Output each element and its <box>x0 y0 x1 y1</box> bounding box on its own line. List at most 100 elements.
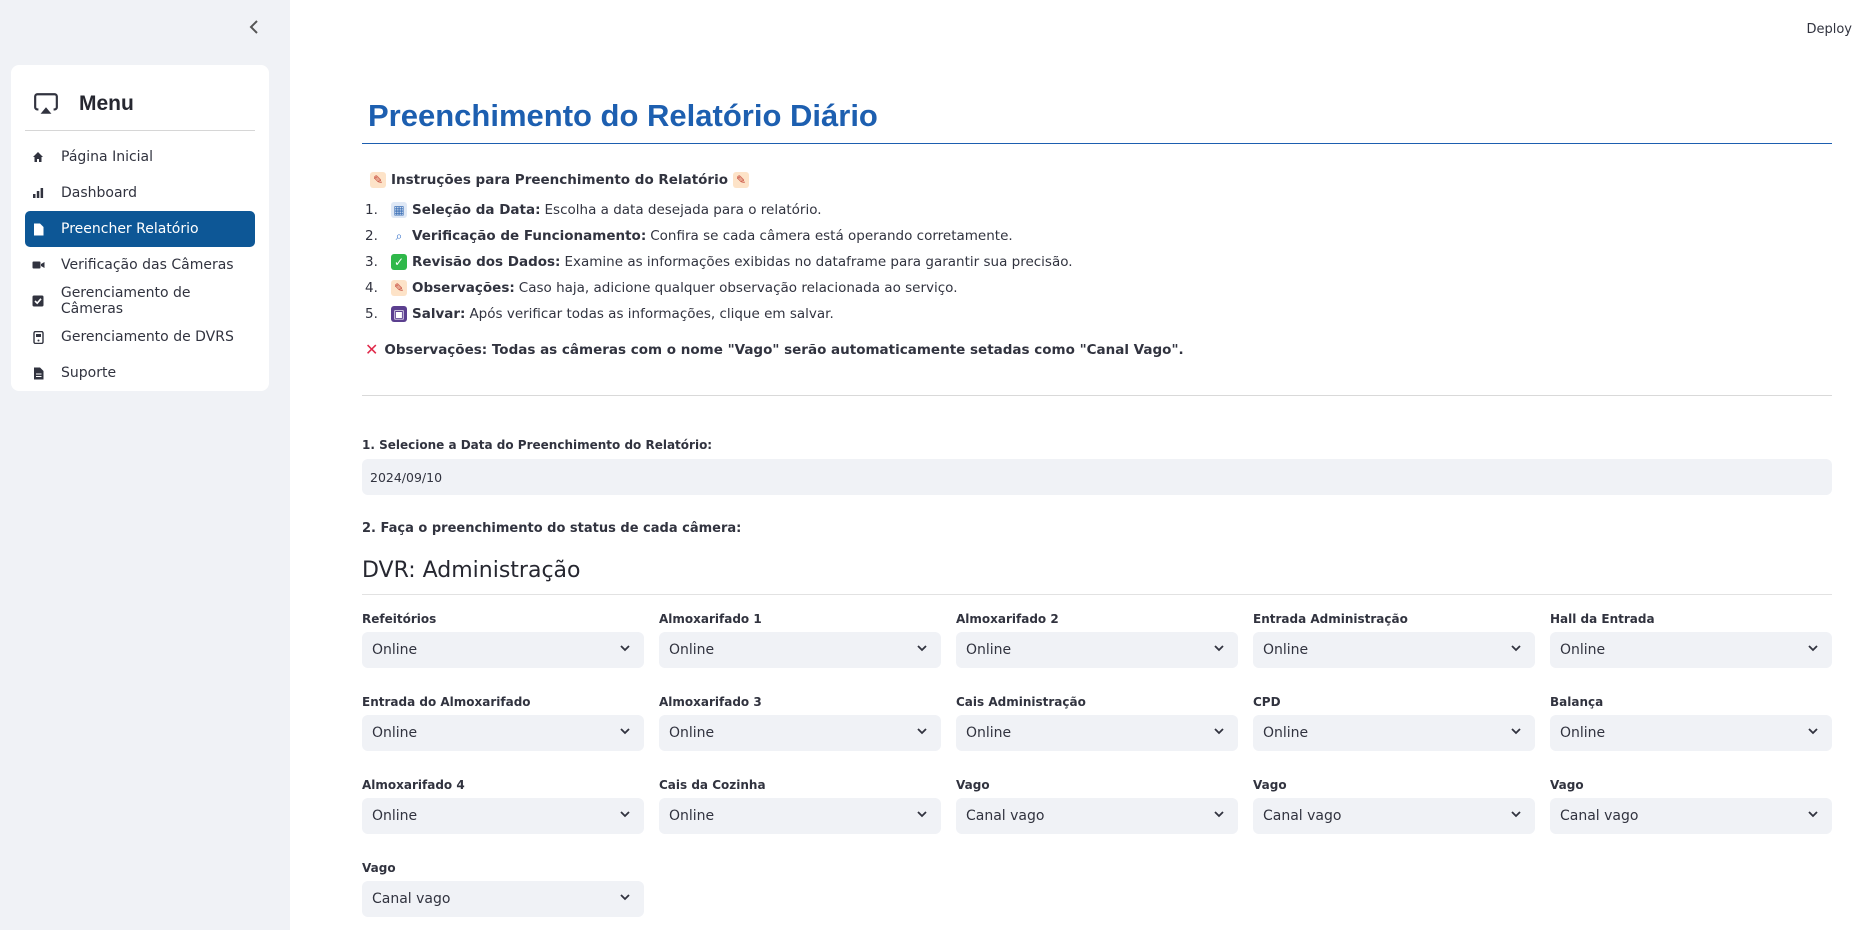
chevron-down-icon <box>915 641 929 659</box>
camera-status-field: Almoxarifado 2 Online <box>956 612 1238 668</box>
camera-status-field: Refeitórios Online <box>362 612 644 668</box>
camera-status-field: Vago Canal vago <box>362 861 644 917</box>
page-title: Preenchimento do Relatório Diário <box>368 98 878 133</box>
camera-status-value: Online <box>966 725 1012 741</box>
sidebar-item-label: Página Inicial <box>61 149 154 165</box>
sidebar: Menu Página Inicial Dashboard Preencher Re… <box>0 0 290 930</box>
camera-status-select[interactable]: Online <box>362 632 644 668</box>
step-text: Caso haja, adicione qualquer observação … <box>518 280 958 296</box>
memo-icon: ✎ <box>391 280 407 296</box>
camera-status-field: Almoxarifado 1 Online <box>659 612 941 668</box>
instruction-step: 1. ▦ Seleção da Data: Escolha a data deseja… <box>365 197 1073 223</box>
checkbox-icon <box>31 294 45 308</box>
camera-status-field: Vago Canal vago <box>956 778 1238 834</box>
chevron-down-icon <box>1806 807 1820 825</box>
step-text: Escolha a data desejada para o relatório… <box>544 202 822 218</box>
camera-label: Almoxarifado 3 <box>659 695 762 709</box>
camera-status-select[interactable]: Online <box>956 715 1238 751</box>
chevron-down-icon <box>1212 724 1226 742</box>
camera-status-value: Online <box>372 808 418 824</box>
step-title: Verificação de Funcionamento: <box>412 228 647 244</box>
step-number: 2. <box>365 228 378 244</box>
divider <box>362 395 1832 396</box>
camera-status-value: Online <box>669 725 715 741</box>
collapse-sidebar-button[interactable] <box>243 16 265 38</box>
camera-label: Almoxarifado 4 <box>362 778 465 792</box>
instructions-steps: 1. ▦ Seleção da Data: Escolha a data deseja… <box>365 197 1073 327</box>
chevron-down-icon <box>1509 724 1523 742</box>
camera-status-value: Online <box>669 808 715 824</box>
camera-status-field: Almoxarifado 3 Online <box>659 695 941 751</box>
camera-label: Refeitórios <box>362 612 437 626</box>
instruction-step: 3. ✓ Revisão dos Dados: Examine as informaç… <box>365 249 1073 275</box>
sidebar-item-label: Gerenciamento de Câmeras <box>60 285 191 317</box>
camera-status-select[interactable]: Online <box>362 798 644 834</box>
chevron-down-icon <box>915 807 929 825</box>
sidebar-item-suporte[interactable]: Suporte <box>25 355 255 391</box>
camera-status-select[interactable]: Online <box>659 798 941 834</box>
camera-status-select[interactable]: Canal vago <box>1253 798 1535 834</box>
step-title: Salvar: <box>412 306 466 322</box>
camera-status-select[interactable]: Online <box>362 715 644 751</box>
document-icon <box>31 366 45 380</box>
step-title: Revisão dos Dados: <box>412 254 561 270</box>
camera-status-select[interactable]: Online <box>659 715 941 751</box>
sidebar-item-dashboard[interactable]: Dashboard <box>25 175 255 211</box>
camera-status-field: Vago Canal vago <box>1550 778 1832 834</box>
camera-status-field: Entrada do Almoxarifado Online <box>362 695 644 751</box>
camera-label: Vago <box>1550 778 1584 792</box>
document-icon <box>31 222 45 236</box>
sidebar-item-pagina-inicial[interactable]: Página Inicial <box>25 139 255 175</box>
calendar-icon: ▦ <box>391 202 407 218</box>
chevron-down-icon <box>1509 807 1523 825</box>
status-label: 2. Faça o preenchimento do status de cad… <box>362 521 742 536</box>
sidebar-item-gerenciamento-de-dvrs[interactable]: Gerenciamento de DVRS <box>25 319 255 355</box>
step-number: 4. <box>365 280 378 296</box>
camera-status-field: Entrada Administração Online <box>1253 612 1535 668</box>
camera-label: Almoxarifado 2 <box>956 612 1059 626</box>
camera-label: CPD <box>1253 695 1281 709</box>
camera-status-select[interactable]: Canal vago <box>1550 798 1832 834</box>
camera-status-select[interactable]: Online <box>1550 715 1832 751</box>
chevron-down-icon <box>1212 641 1226 659</box>
instructions: ✎ Instruções para Preenchimento do Relat… <box>365 172 1073 327</box>
camera-status-select[interactable]: Online <box>956 632 1238 668</box>
camera-status-select[interactable]: Online <box>1253 632 1535 668</box>
cross-mark-icon: ✕ <box>365 340 379 359</box>
camera-status-select[interactable]: Canal vago <box>362 881 644 917</box>
floppy-disk-icon: ▣ <box>391 306 407 322</box>
instruction-step: 5. ▣ Salvar: Após verificar todas as inform… <box>365 301 1073 327</box>
camera-status-value: Online <box>372 642 418 658</box>
camera-status-field: CPD Online <box>1253 695 1535 751</box>
dvr-divider <box>362 594 1832 595</box>
camera-label: Entrada Administração <box>1253 612 1408 626</box>
step-number: 1. <box>365 202 378 218</box>
camera-status-value: Canal vago <box>372 891 451 907</box>
camera-status-value: Canal vago <box>966 808 1045 824</box>
camera-status-value: Online <box>1560 642 1606 658</box>
chevron-down-icon <box>618 641 632 659</box>
sidebar-item-label: Gerenciamento de DVRS <box>61 329 234 345</box>
camera-status-select[interactable]: Online <box>1550 632 1832 668</box>
camera-status-select[interactable]: Online <box>659 632 941 668</box>
camera-status-select[interactable]: Canal vago <box>956 798 1238 834</box>
camera-label: Vago <box>1253 778 1287 792</box>
menu-title: Menu <box>79 91 134 115</box>
camera-status-select[interactable]: Online <box>1253 715 1535 751</box>
storage-icon <box>31 330 45 344</box>
sidebar-item-verificacao-das-cameras[interactable]: Verificação das Câmeras <box>25 247 255 283</box>
vago-note: ✕ Observações: Todas as câmeras com o no… <box>365 340 1184 359</box>
vago-note-text: Observações: Todas as câmeras com o nome… <box>384 341 1184 358</box>
camera-status-field: Almoxarifado 4 Online <box>362 778 644 834</box>
memo-icon: ✎ <box>370 172 386 188</box>
sidebar-item-label: Preencher Relatório <box>61 221 199 237</box>
sidebar-item-gerenciamento-de-cameras[interactable]: Gerenciamento de Câmeras <box>25 283 255 319</box>
sidebar-item-label: Verificação das Câmeras <box>61 257 234 273</box>
deploy-button[interactable]: Deploy <box>1806 22 1852 37</box>
instruction-step: 2. ⌕ Verificação de Funcionamento: Confira … <box>365 223 1073 249</box>
step-text: Após verificar todas as informações, cli… <box>469 306 834 322</box>
date-input[interactable] <box>362 459 1832 495</box>
camera-label: Cais Administração <box>956 695 1086 709</box>
step-number: 3. <box>365 254 378 270</box>
sidebar-item-preencher-relatorio[interactable]: Preencher Relatório <box>25 211 255 247</box>
